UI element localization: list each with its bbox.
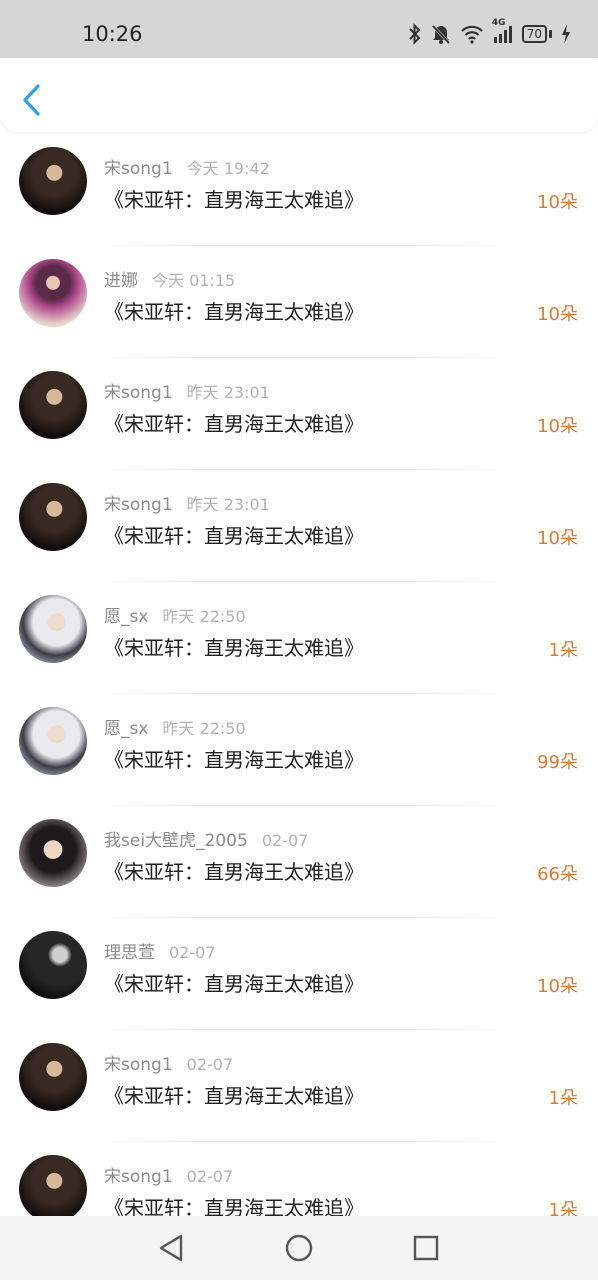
avatar[interactable] bbox=[19, 707, 87, 775]
user-name-text: 宋song1 bbox=[104, 1167, 173, 1187]
back-triangle-icon[interactable] bbox=[155, 1232, 187, 1264]
book-title: 《宋亚轩：直男海王太难追》 bbox=[104, 1084, 364, 1108]
list-item[interactable]: 愿_sx 昨天 22:50 《宋亚轩：直男海王太难追》 1朵 bbox=[0, 582, 598, 694]
user-name-text: 愿_sx bbox=[104, 719, 149, 739]
signal-group: 4G bbox=[492, 18, 514, 44]
user-name-text: 进娜 bbox=[104, 271, 138, 291]
record-time: 昨天 22:50 bbox=[162, 719, 246, 738]
record-time: 02-07 bbox=[261, 831, 309, 850]
avatar[interactable] bbox=[19, 483, 87, 551]
top-bar bbox=[0, 58, 598, 132]
record-time: 02-07 bbox=[169, 943, 216, 962]
flower-count: 10朵 bbox=[537, 976, 578, 997]
status-bar: 10:26 4G 70 bbox=[0, 0, 598, 58]
avatar[interactable] bbox=[19, 595, 87, 663]
list-item[interactable]: 宋song1 02-07 《宋亚轩：直男海王太难追》 1朵 bbox=[0, 1142, 598, 1216]
user-name: 我sei大壁虎_2005 02-07 bbox=[104, 826, 308, 851]
flower-count: 1朵 bbox=[548, 640, 578, 661]
record-time: 今天 19:42 bbox=[186, 159, 270, 178]
user-name: 宋song1 昨天 23:01 bbox=[104, 378, 270, 403]
list-item[interactable]: 我sei大壁虎_2005 02-07 《宋亚轩：直男海王太难追》 66朵 bbox=[0, 806, 598, 918]
gift-record-list: 宋song1 今天 19:42 《宋亚轩：直男海王太难追》 10朵 进娜 今天 01… bbox=[0, 134, 598, 1216]
list-item[interactable]: 愿_sx 昨天 22:50 《宋亚轩：直男海王太难追》 99朵 bbox=[0, 694, 598, 806]
record-time: 02-07 bbox=[186, 1055, 234, 1074]
book-title: 《宋亚轩：直男海王太难追》 bbox=[104, 972, 364, 996]
book-title: 《宋亚轩：直男海王太难追》 bbox=[104, 300, 364, 324]
wifi-icon bbox=[460, 25, 483, 44]
battery-tip bbox=[549, 30, 552, 38]
user-name-text: 理思萱 bbox=[104, 943, 155, 963]
user-name: 理思萱 02-07 bbox=[104, 938, 216, 963]
user-name: 宋song1 02-07 bbox=[104, 1162, 233, 1187]
record-time: 昨天 22:50 bbox=[162, 607, 246, 626]
book-title: 《宋亚轩：直男海王太难追》 bbox=[104, 748, 364, 772]
book-title: 《宋亚轩：直男海王太难追》 bbox=[104, 188, 364, 212]
user-name: 宋song1 昨天 23:01 bbox=[104, 490, 270, 515]
list-item[interactable]: 宋song1 02-07 《宋亚轩：直男海王太难追》 1朵 bbox=[0, 1030, 598, 1142]
chevron-left-icon[interactable] bbox=[16, 82, 48, 118]
avatar[interactable] bbox=[19, 931, 87, 999]
record-time: 02-07 bbox=[186, 1167, 234, 1186]
home-circle-icon[interactable] bbox=[283, 1232, 315, 1264]
book-title: 《宋亚轩：直男海王太难追》 bbox=[104, 524, 364, 548]
list-item[interactable]: 宋song1 昨天 23:01 《宋亚轩：直男海王太难追》 10朵 bbox=[0, 358, 598, 470]
user-name: 宋song1 02-07 bbox=[104, 1050, 233, 1075]
user-name-text: 我sei大壁虎_2005 bbox=[104, 831, 248, 851]
status-time: 10:26 bbox=[82, 22, 143, 46]
flower-count: 10朵 bbox=[537, 304, 578, 325]
user-name-text: 宋song1 bbox=[104, 495, 173, 515]
book-title: 《宋亚轩：直男海王太难追》 bbox=[104, 636, 364, 660]
avatar[interactable] bbox=[19, 371, 87, 439]
flower-count: 66朵 bbox=[537, 864, 578, 885]
record-time: 昨天 23:01 bbox=[186, 383, 270, 402]
avatar[interactable] bbox=[19, 1043, 87, 1111]
book-title: 《宋亚轩：直男海王太难追》 bbox=[104, 412, 364, 436]
status-icons: 4G 70 bbox=[408, 18, 572, 48]
mute-icon bbox=[431, 24, 450, 45]
user-name-text: 愿_sx bbox=[104, 607, 149, 627]
book-title: 《宋亚轩：直男海王太难追》 bbox=[104, 1196, 364, 1216]
avatar[interactable] bbox=[19, 819, 87, 887]
list-item[interactable]: 宋song1 今天 19:42 《宋亚轩：直男海王太难追》 10朵 bbox=[0, 134, 598, 246]
record-time: 今天 01:15 bbox=[152, 271, 236, 290]
avatar[interactable] bbox=[19, 259, 87, 327]
avatar[interactable] bbox=[19, 1155, 87, 1216]
flower-count: 10朵 bbox=[537, 192, 578, 213]
list-item[interactable]: 宋song1 昨天 23:01 《宋亚轩：直男海王太难追》 10朵 bbox=[0, 470, 598, 582]
user-name: 宋song1 今天 19:42 bbox=[104, 154, 270, 179]
system-nav-bar bbox=[0, 1216, 598, 1280]
user-name: 进娜 今天 01:15 bbox=[104, 266, 235, 291]
bluetooth-icon bbox=[409, 23, 421, 45]
list-item[interactable]: 理思萱 02-07 《宋亚轩：直男海王太难追》 10朵 bbox=[0, 918, 598, 1030]
recents-square-icon[interactable] bbox=[410, 1232, 442, 1264]
avatar[interactable] bbox=[19, 147, 87, 215]
network-label: 4G bbox=[491, 18, 506, 28]
flower-count: 99朵 bbox=[537, 752, 578, 773]
charging-icon bbox=[562, 24, 570, 44]
flower-count: 1朵 bbox=[548, 1200, 578, 1216]
user-name: 愿_sx 昨天 22:50 bbox=[104, 714, 246, 739]
user-name-text: 宋song1 bbox=[104, 1055, 173, 1075]
list-item[interactable]: 进娜 今天 01:15 《宋亚轩：直男海王太难追》 10朵 bbox=[0, 246, 598, 358]
flower-count: 1朵 bbox=[548, 1088, 578, 1109]
battery-level: 70 bbox=[521, 25, 547, 43]
user-name-text: 宋song1 bbox=[104, 383, 173, 403]
user-name: 愿_sx 昨天 22:50 bbox=[104, 602, 246, 627]
user-name-text: 宋song1 bbox=[104, 159, 173, 179]
flower-count: 10朵 bbox=[537, 416, 578, 437]
battery-icon: 70 bbox=[521, 25, 552, 43]
book-title: 《宋亚轩：直男海王太难追》 bbox=[104, 860, 364, 884]
flower-count: 10朵 bbox=[537, 528, 578, 549]
record-time: 昨天 23:01 bbox=[186, 495, 270, 514]
